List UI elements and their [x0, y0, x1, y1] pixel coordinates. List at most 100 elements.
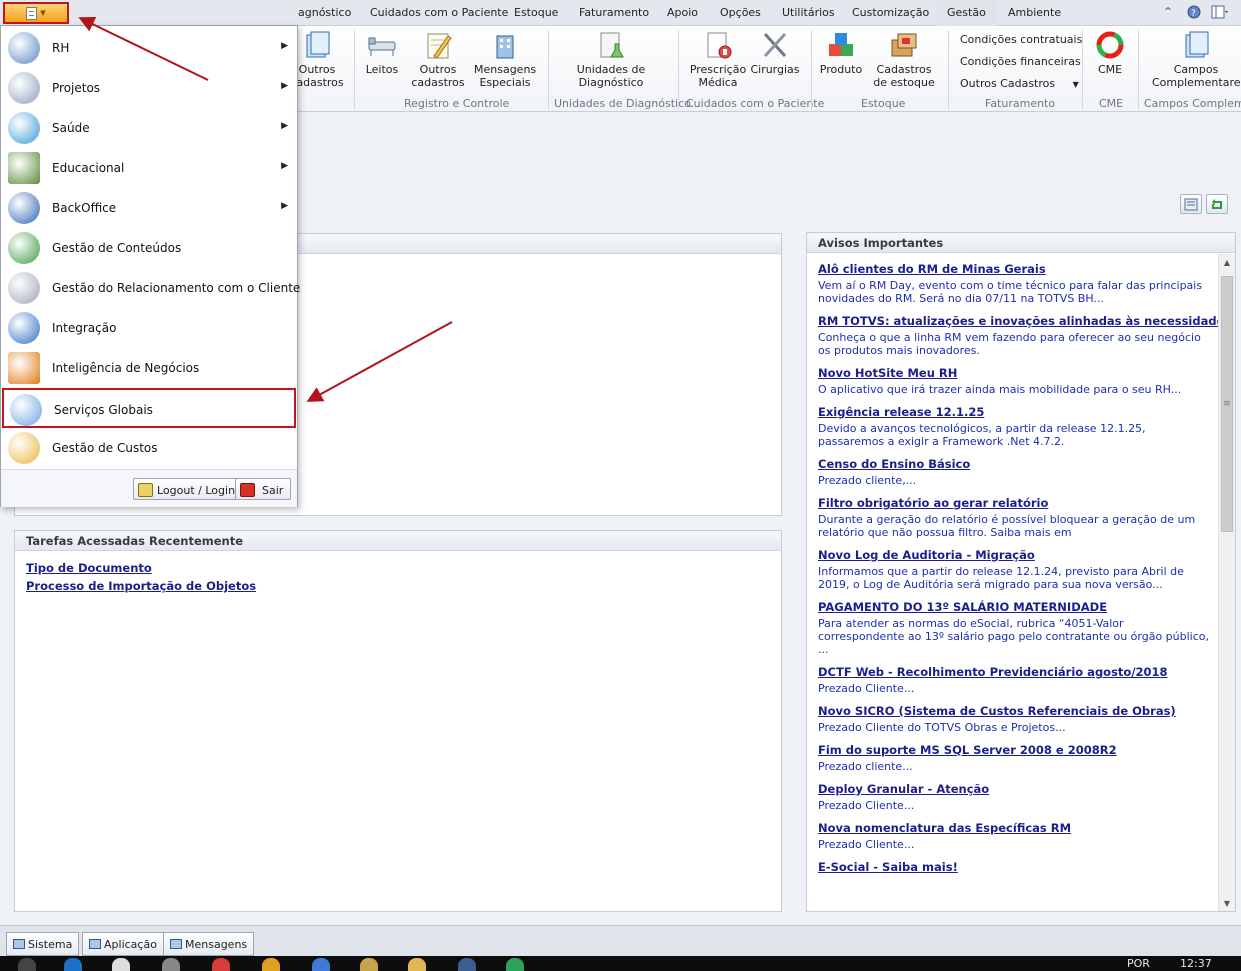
news-title-link[interactable]: Novo SICRO (Sistema de Custos Referencia… [818, 703, 1218, 719]
news-summary: Durante a geração do relatório é possíve… [818, 513, 1196, 539]
news-title-link[interactable]: PAGAMENTO DO 13º SALÁRIO MATERNIDADE [818, 599, 1218, 615]
news-title-link[interactable]: Filtro obrigatório ao gerar relatório [818, 495, 1218, 511]
app-icon[interactable] [506, 958, 524, 971]
language-indicator[interactable]: POR [1127, 957, 1150, 970]
app-menu-item[interactable]: Projetos ▶ [2, 68, 296, 108]
flask-document-icon [595, 30, 627, 60]
app-menu-item[interactable]: Gestão de Custos [2, 428, 296, 468]
cirurgias-button[interactable]: Cirurgias [750, 30, 800, 76]
refresh-button[interactable] [1206, 194, 1228, 214]
app-menu-item[interactable]: Educacional ▶ [2, 148, 296, 188]
bottom-tab-aplicacao[interactable]: Aplicação [82, 932, 164, 956]
layout-options-icon[interactable] [1211, 5, 1229, 22]
app-icon[interactable] [312, 958, 330, 971]
news-scrollbar[interactable]: ▲ ≡ ▼ [1218, 254, 1235, 911]
tab-utilitarios[interactable]: Utilitários [782, 6, 835, 19]
application-menu-button[interactable]: ▼ [3, 2, 69, 24]
start-icon[interactable] [18, 958, 36, 971]
news-title-link[interactable]: Novo Log de Auditoria - Migração [818, 547, 1218, 563]
condicoes-financeiras-button[interactable]: Condições financeiras [960, 55, 1081, 68]
mensagens-especiais-button[interactable]: Mensagens Especiais [474, 30, 536, 89]
app-menu-item[interactable]: Integração [2, 308, 296, 348]
news-summary: Prezado Cliente... [818, 838, 915, 851]
condicoes-contratuais-button[interactable]: Condições contratuais [960, 33, 1082, 46]
sigma-icon [8, 352, 40, 384]
tab-opcoes[interactable]: Opções [720, 6, 761, 19]
news-summary: Informamos que a partir do release 12.1.… [818, 565, 1184, 591]
cme-button[interactable]: CME [1088, 30, 1132, 76]
globe-gear-icon [8, 312, 40, 344]
recent-link-importacao-objetos[interactable]: Processo de Importação de Objetos [26, 577, 770, 595]
recent-link-tipo-documento[interactable]: Tipo de Documento [26, 559, 770, 577]
app-icon[interactable] [262, 958, 280, 971]
leitos-button[interactable]: Leitos [360, 30, 404, 76]
caduceus-icon [8, 112, 40, 144]
exit-button[interactable]: Sair [235, 478, 292, 500]
app-menu-item[interactable]: Inteligência de Negócios [2, 348, 296, 388]
app-menu-item[interactable]: RH ▶ [2, 28, 296, 68]
news-title-link[interactable]: Exigência release 12.1.25 [818, 404, 1218, 420]
news-title-link[interactable]: RM TOTVS: atualizações e inovações alinh… [818, 313, 1218, 329]
browser-icon[interactable] [64, 958, 82, 971]
recent-tasks-title: Tarefas Acessadas Recentemente [15, 531, 781, 551]
news-title-link[interactable]: Novo HotSite Meu RH [818, 365, 1218, 381]
news-title-link[interactable]: Fim do suporte MS SQL Server 2008 e 2008… [818, 742, 1218, 758]
exit-label: Sair [262, 484, 284, 497]
tab-customizacao[interactable]: Customização [852, 6, 929, 19]
tab-diagnostico[interactable]: agnóstico [298, 6, 351, 19]
outros-cadastros-registro-button[interactable]: Outros cadastros [408, 30, 468, 89]
tab-cuidados-paciente[interactable]: Cuidados com o Paciente [370, 6, 508, 19]
prescription-icon [702, 30, 734, 60]
app-menu-item[interactable]: Serviços Globais [2, 388, 296, 428]
scroll-down-arrow-icon[interactable]: ▼ [1219, 895, 1235, 911]
news-title-link[interactable]: E-Social - Saiba mais! [818, 859, 1218, 875]
satellite-icon [8, 272, 40, 304]
application-menu-footer: Logout / Login Sair [1, 469, 297, 507]
close-icon [240, 483, 255, 497]
app-menu-item-label: RH [52, 41, 70, 55]
app-icon[interactable] [112, 958, 130, 971]
bottom-tab-sistema[interactable]: Sistema [6, 932, 80, 956]
app-menu-item[interactable]: Gestão do Relacionamento com o Cliente [2, 268, 300, 308]
news-title-link[interactable]: Deploy Granular - Atenção [818, 781, 1218, 797]
cadastros-estoque-button[interactable]: Cadastros de estoque [868, 30, 940, 89]
news-title-link[interactable]: Censo do Ensino Básico [818, 456, 1218, 472]
tab-apoio[interactable]: Apoio [667, 6, 698, 19]
bottom-tab-label: Aplicação [104, 938, 157, 951]
scroll-up-arrow-icon[interactable]: ▲ [1219, 254, 1235, 270]
tab-faturamento[interactable]: Faturamento [579, 6, 649, 19]
campos-complementares-button[interactable]: Campos Complementares [1152, 30, 1241, 89]
app-menu-item[interactable]: BackOffice ▶ [2, 188, 296, 228]
print-preview-button[interactable] [1180, 194, 1202, 214]
unidades-diagnostico-button[interactable]: Unidades de Diagnóstico [566, 30, 656, 89]
cme-label: CME [1097, 63, 1123, 76]
collapse-ribbon-icon[interactable]: ⌃ [1163, 5, 1173, 19]
app-icon[interactable] [162, 958, 180, 971]
news-item: Filtro obrigatório ao gerar relatório Dur… [818, 495, 1218, 539]
app-menu-item-label: Saúde [52, 121, 90, 135]
app-icon[interactable] [360, 958, 378, 971]
logout-login-button[interactable]: Logout / Login [133, 478, 244, 500]
news-title-link[interactable]: Alô clientes do RM de Minas Gerais [818, 261, 1218, 277]
scrollbar-thumb[interactable]: ≡ [1221, 276, 1233, 532]
tab-estoque[interactable]: Estoque [514, 6, 558, 19]
clock[interactable]: 12:37 [1180, 957, 1212, 970]
bed-icon [366, 30, 398, 60]
group-label-cme: CME [1099, 97, 1124, 110]
app-icon[interactable] [212, 958, 230, 971]
app-icon[interactable] [458, 958, 476, 971]
news-title-link[interactable]: DCTF Web - Recolhimento Previdenciário a… [818, 664, 1218, 680]
folder-icon[interactable] [408, 958, 426, 971]
bottom-tab-mensagens[interactable]: Mensagens [163, 932, 255, 956]
prescricao-medica-button[interactable]: Prescrição Médica [688, 30, 748, 89]
app-menu-item[interactable]: Saúde ▶ [2, 108, 296, 148]
news-title-link[interactable]: Nova nomenclatura das Específicas RM [818, 820, 1218, 836]
produto-button[interactable]: Produto [818, 30, 864, 76]
leitos-label: Leitos [365, 63, 399, 76]
tab-ambiente[interactable]: Ambiente [1008, 6, 1061, 19]
help-globe-icon[interactable]: ? [1187, 5, 1201, 22]
outros-cadastros-faturamento-button[interactable]: Outros Cadastros ▼ [960, 77, 1079, 90]
app-menu-item[interactable]: Gestão de Conteúdos [2, 228, 296, 268]
tab-gestao[interactable]: Gestão [936, 0, 997, 26]
rh-icon [8, 32, 40, 64]
